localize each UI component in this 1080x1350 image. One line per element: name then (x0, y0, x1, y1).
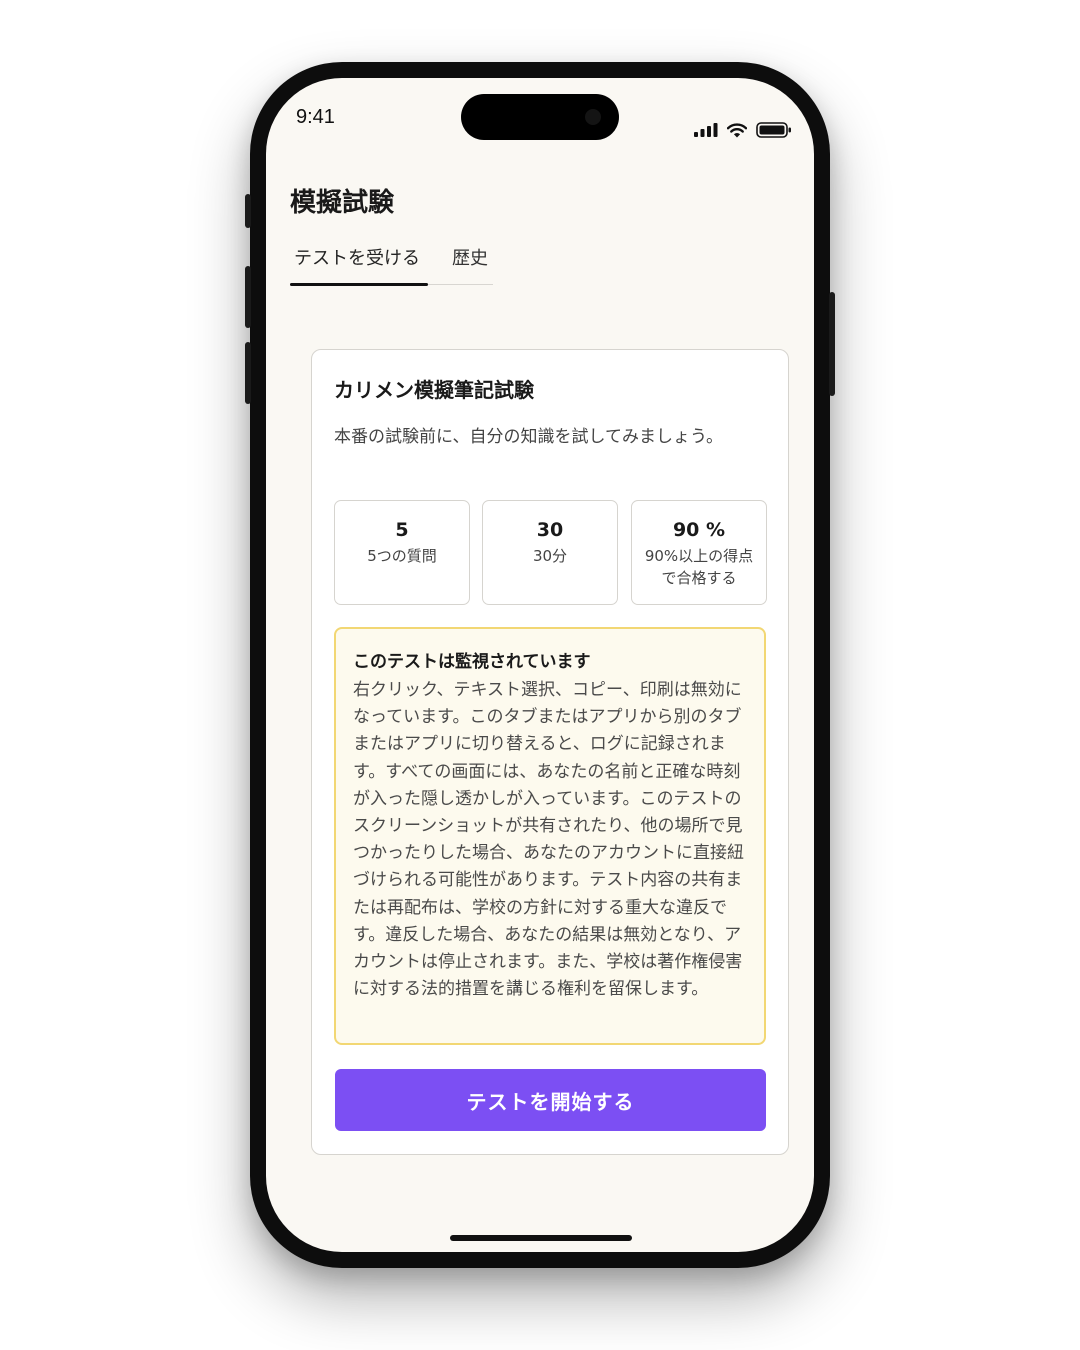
notice-body: 右クリック、テキスト選択、コピー、印刷は無効になっています。このタブまたはアプリ… (353, 680, 744, 1000)
tab-history[interactable]: 歴史 (452, 244, 488, 270)
home-indicator (450, 1235, 632, 1241)
volume-up-button (245, 266, 251, 328)
power-button (829, 292, 835, 396)
stat-duration: 30 30分 (482, 500, 618, 605)
status-icons (694, 122, 792, 138)
stat-value: 30 (536, 519, 564, 541)
silent-switch (245, 194, 251, 228)
stat-label: 5つの質問 (367, 547, 437, 565)
wifi-icon (727, 122, 747, 137)
stat-label: 30分 (532, 547, 568, 565)
battery-icon (756, 122, 791, 138)
signal-icon (694, 123, 718, 137)
phone-screen: 9:41 模擬試験 テストを受ける 歴史 カリメン模擬筆記試験 本番の試験前に、… (266, 78, 814, 1252)
camera-icon (585, 109, 601, 125)
stat-label: 90%以上の得点で合格する (644, 547, 754, 587)
volume-down-button (245, 342, 251, 404)
exam-title: カリメン模擬筆記試験 (334, 378, 534, 402)
active-tab-indicator (290, 283, 428, 286)
stat-value: 5 (395, 519, 409, 541)
stat-value: 90 % (672, 519, 726, 541)
stat-pass-score: 90 % 90%以上の得点で合格する (631, 500, 767, 605)
exam-card: カリメン模擬筆記試験 本番の試験前に、自分の知識を試してみましょう。 5 5つの… (311, 349, 789, 1155)
notice-title: このテストは監視されています (353, 652, 591, 672)
status-time: 9:41 (296, 106, 335, 128)
stat-questions: 5 5つの質問 (334, 500, 470, 605)
proctoring-notice: このテストは監視されています 右クリック、テキスト選択、コピー、印刷は無効になっ… (334, 627, 766, 1045)
page-title: 模擬試験 (290, 188, 395, 218)
tab-bar: テストを受ける 歴史 (290, 242, 493, 286)
exam-description: 本番の試験前に、自分の知識を試してみましょう。 (334, 427, 723, 447)
dynamic-island (461, 94, 619, 140)
start-test-button[interactable]: テストを開始する (335, 1069, 766, 1131)
tab-take-test[interactable]: テストを受ける (294, 244, 420, 270)
